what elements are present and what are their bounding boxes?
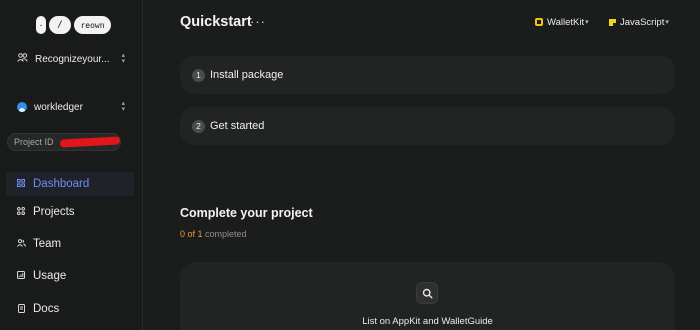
sidebar-item-label: Dashboard <box>33 178 90 190</box>
language-selector[interactable]: JavaScript ▾ <box>609 14 669 30</box>
sidebar-item-label: Team <box>33 238 62 250</box>
logo-mark-slash: / <box>49 16 71 34</box>
sidebar-item-team[interactable]: Team <box>0 232 134 256</box>
chevron-up-down-icon: ▴ ▾ <box>121 52 125 65</box>
complete-project-title: Complete your project <box>180 206 313 220</box>
sidebar-item-label: Docs <box>33 303 60 315</box>
chevron-down-icon: ▾ <box>585 19 589 26</box>
search-icon <box>416 282 438 304</box>
project-avatar <box>17 102 27 112</box>
chevron-down-icon: ▾ <box>665 19 669 26</box>
page-title: Quickstart <box>180 14 252 30</box>
main-content: Quickstart ··· WalletKit ▾ JavaScript ▾ … <box>143 0 700 330</box>
javascript-icon <box>609 18 616 26</box>
card-label: List on AppKit and WalletGuide <box>362 316 493 327</box>
sidebar-item-docs[interactable]: Docs <box>0 297 134 321</box>
project-selector[interactable]: workledger ▴ ▾ <box>6 96 133 118</box>
sidebar-item-usage[interactable]: Usage <box>0 264 134 288</box>
sidebar-item-label: Projects <box>33 206 75 218</box>
team-icon <box>17 53 28 65</box>
step-number-badge: 1 <box>192 68 205 82</box>
logo-brand: reown <box>74 16 111 34</box>
project-id-label: Project ID <box>14 137 54 147</box>
progress-count: 0 of 1 <box>180 229 203 239</box>
sidebar: · / reown Recognizeyour... ▴ ▾ workledger… <box>0 0 143 330</box>
grid-icon <box>16 207 26 217</box>
list-on-appkit-card[interactable]: List on AppKit and WalletGuide <box>180 262 675 330</box>
grid-icon <box>16 179 26 189</box>
sidebar-item-dashboard[interactable]: Dashboard <box>6 172 134 196</box>
sdk-selector-label: WalletKit <box>547 16 585 28</box>
project-selector-label: workledger <box>34 101 83 113</box>
project-id-field[interactable]: Project ID <box>7 133 121 151</box>
step-install-package[interactable]: 1 Install package <box>180 56 675 94</box>
sidebar-item-label: Usage <box>33 270 67 282</box>
sidebar-item-projects[interactable]: Projects <box>0 200 134 224</box>
team-selector-label: Recognizeyour... <box>35 53 110 65</box>
step-label: Get started <box>210 120 265 132</box>
project-id-redacted-value <box>59 136 120 148</box>
doc-icon <box>16 303 26 315</box>
chart-icon <box>16 271 26 281</box>
step-label: Install package <box>210 69 284 81</box>
step-number-badge: 2 <box>192 119 205 133</box>
completion-progress: 0 of 1 completed <box>180 229 247 239</box>
logo-mark-dot: · <box>36 16 46 34</box>
team-selector[interactable]: Recognizeyour... ▴ ▾ <box>6 48 133 70</box>
team-icon <box>16 239 26 249</box>
language-selector-label: JavaScript <box>620 16 665 28</box>
reown-logo[interactable]: · / reown <box>36 16 111 34</box>
step-get-started[interactable]: 2 Get started <box>180 107 675 145</box>
walletkit-icon <box>535 18 543 26</box>
more-options-button[interactable]: ··· <box>250 14 266 29</box>
progress-suffix: completed <box>205 229 247 239</box>
sdk-selector[interactable]: WalletKit ▾ <box>535 14 589 30</box>
chevron-up-down-icon: ▴ ▾ <box>121 100 125 113</box>
